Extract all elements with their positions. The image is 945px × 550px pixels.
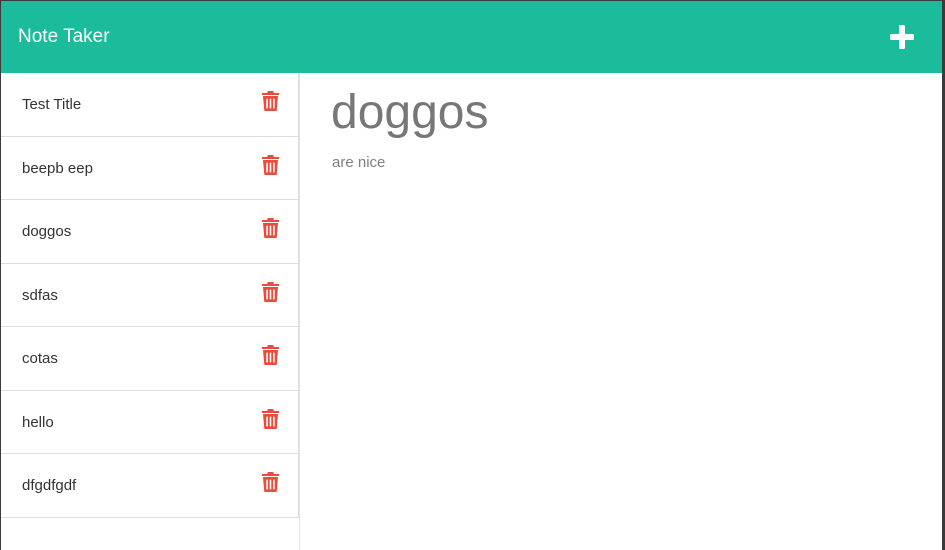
trash-icon[interactable] bbox=[262, 218, 279, 238]
note-text-field[interactable]: are nice bbox=[332, 153, 385, 173]
note-title[interactable]: beepb eep bbox=[22, 159, 93, 178]
trash-icon[interactable] bbox=[262, 281, 279, 302]
note-editor: doggos are nice bbox=[301, 73, 942, 550]
trash-icon[interactable] bbox=[262, 472, 279, 492]
list-item[interactable]: doggos bbox=[1, 200, 299, 264]
note-title[interactable]: Test Title bbox=[22, 95, 81, 114]
navbar: Note Taker bbox=[1, 1, 942, 73]
note-title[interactable]: doggos bbox=[22, 222, 71, 241]
trash-icon[interactable] bbox=[262, 345, 279, 365]
note-title[interactable]: hello bbox=[22, 413, 54, 432]
list-item[interactable]: cotas bbox=[1, 327, 299, 391]
note-title-field[interactable]: doggos bbox=[331, 85, 911, 141]
trash-icon[interactable] bbox=[262, 408, 279, 429]
list-item[interactable]: hello bbox=[1, 390, 299, 454]
plus-icon[interactable] bbox=[888, 23, 916, 51]
note-sidebar: Test Title beepb eep doggos sdfas cotas bbox=[1, 73, 300, 550]
note-title[interactable]: cotas bbox=[22, 349, 58, 368]
list-item[interactable]: dfgdfgdf bbox=[1, 454, 299, 518]
list-item[interactable]: Test Title bbox=[1, 73, 299, 137]
note-title[interactable]: dfgdfgdf bbox=[22, 476, 76, 495]
trash-icon[interactable] bbox=[262, 154, 279, 175]
note-list: Test Title beepb eep doggos sdfas cotas bbox=[1, 73, 299, 518]
note-title[interactable]: sdfas bbox=[22, 286, 58, 305]
trash-icon[interactable] bbox=[262, 91, 279, 111]
list-item[interactable]: sdfas bbox=[1, 263, 299, 327]
list-item[interactable]: beepb eep bbox=[1, 136, 299, 200]
brand-title[interactable]: Note Taker bbox=[18, 25, 110, 49]
